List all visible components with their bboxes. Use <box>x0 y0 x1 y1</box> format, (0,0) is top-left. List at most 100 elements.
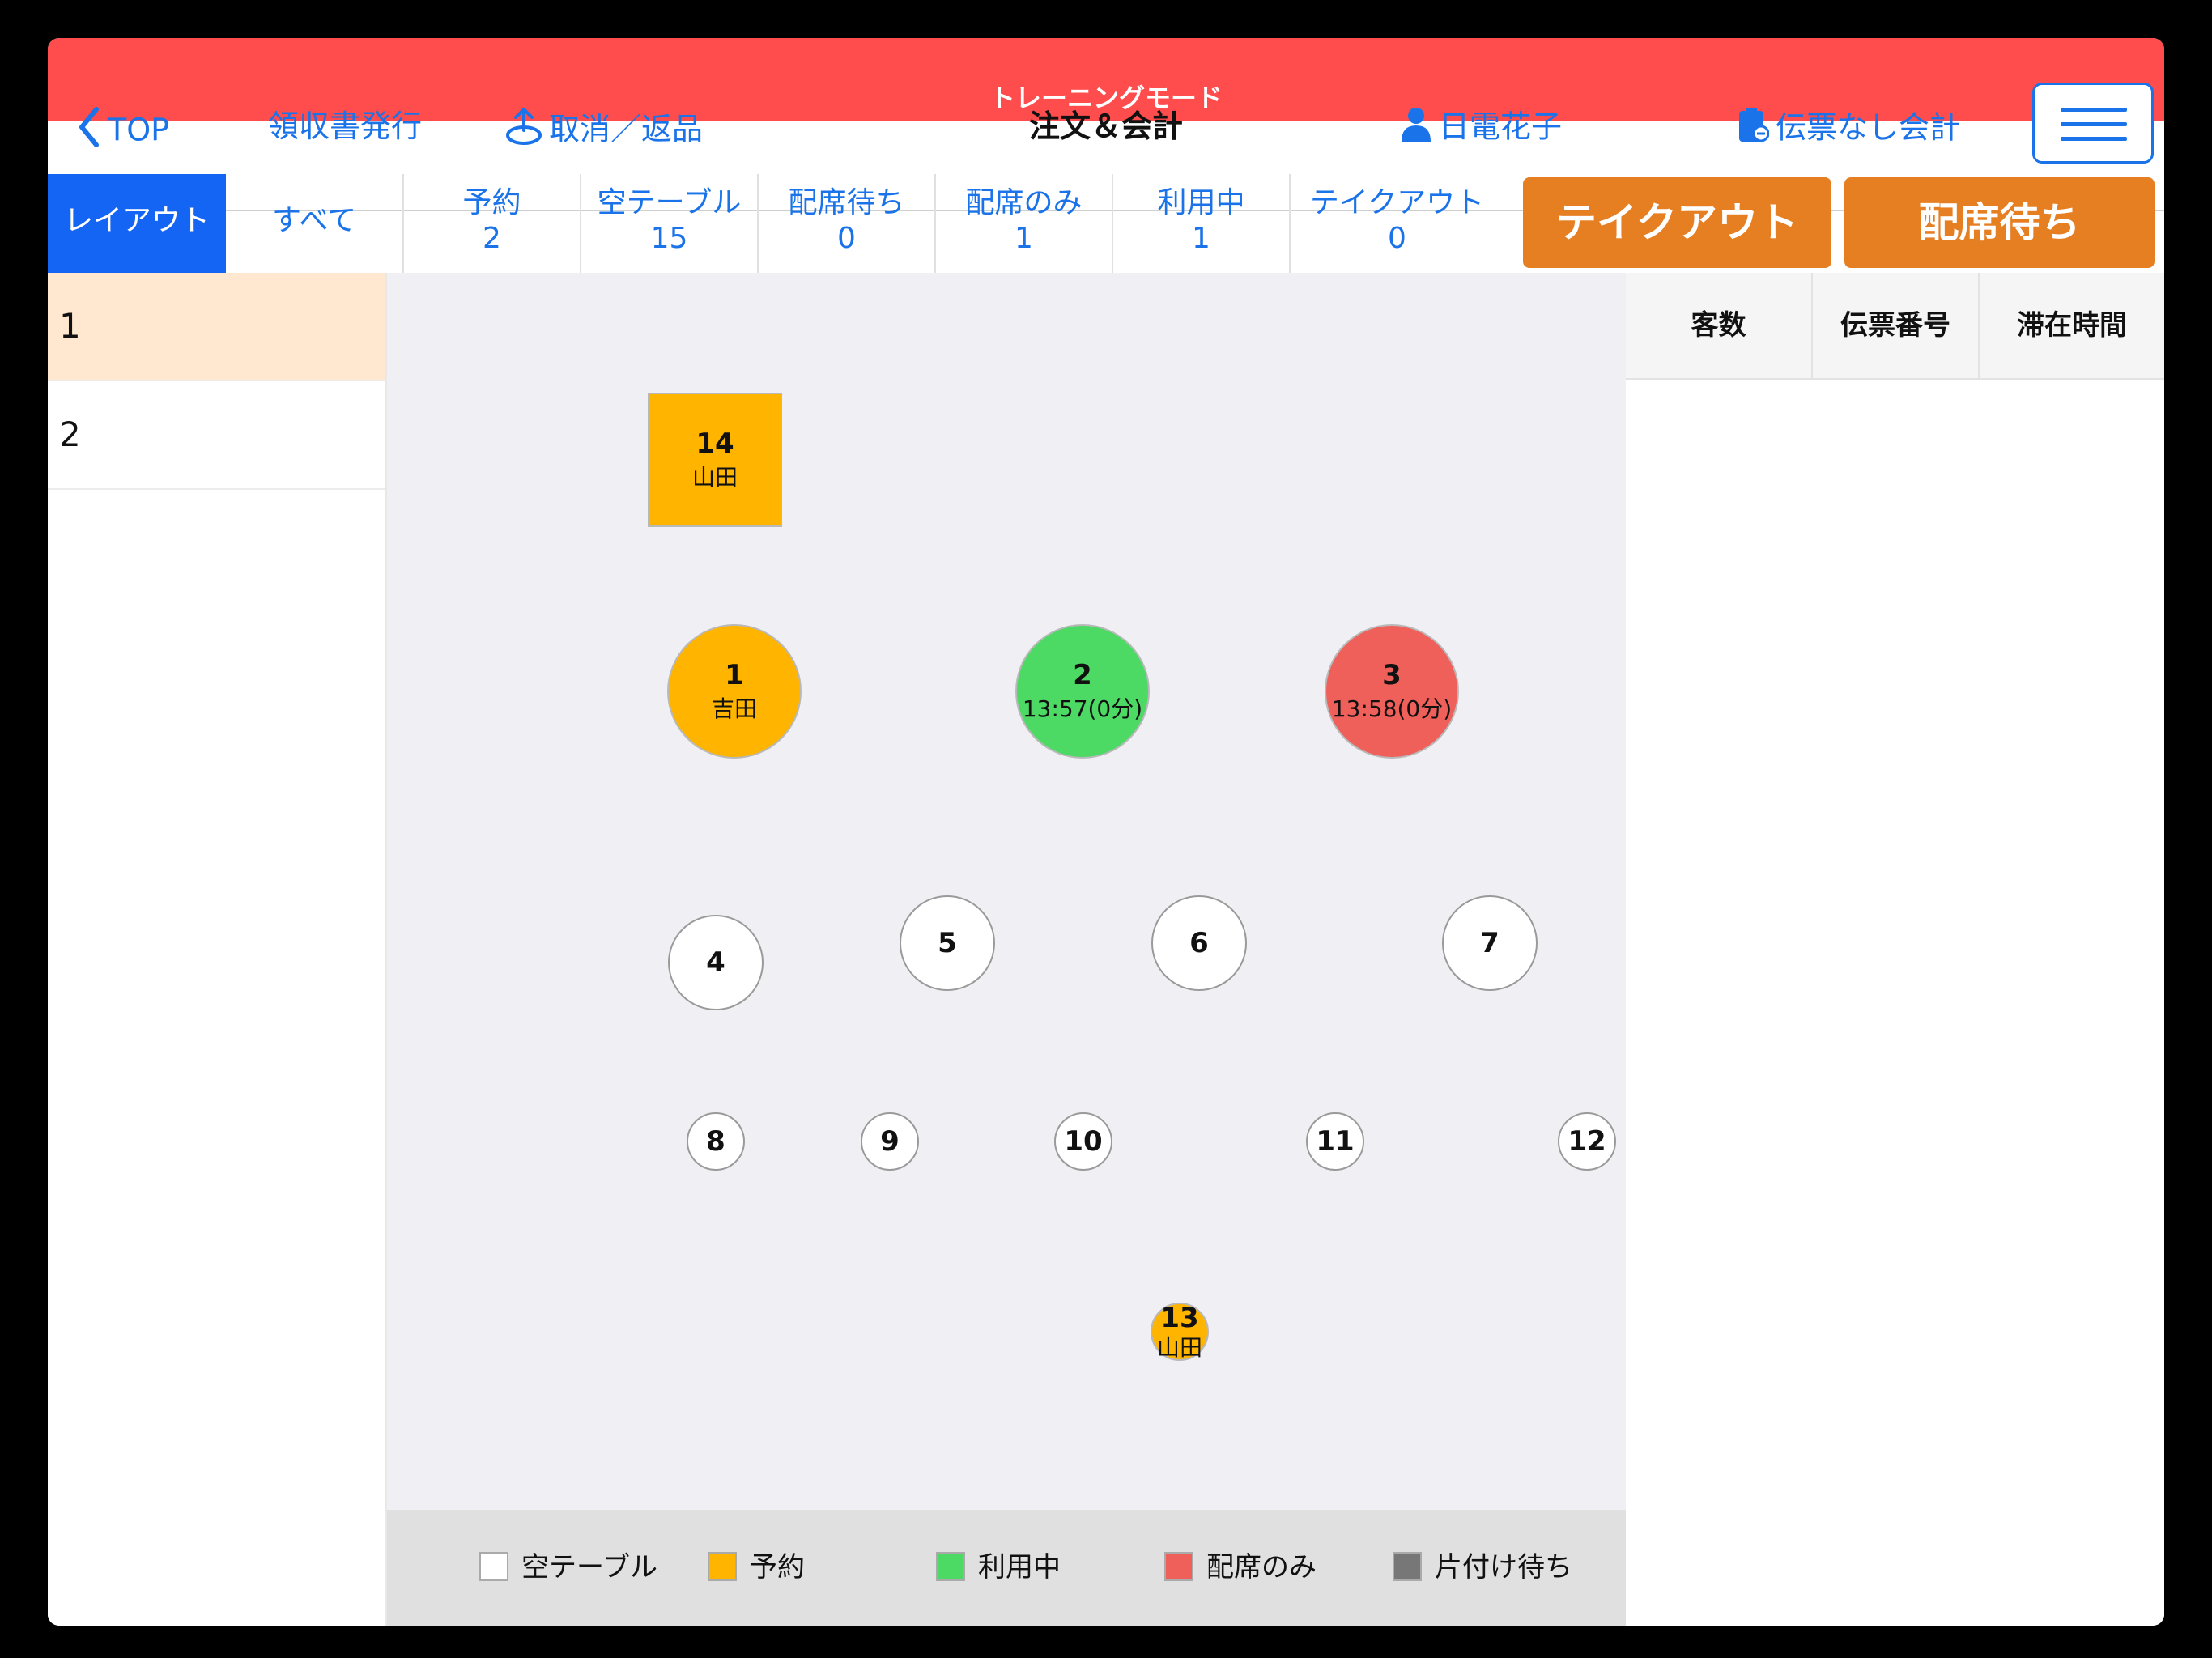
legend-swatch <box>479 1552 508 1581</box>
table-guest-name: 吉田 <box>711 695 757 722</box>
legend-label: 片付け待ち <box>1435 1551 1572 1584</box>
tab-count: 2 <box>483 222 501 255</box>
table-number: 1 <box>725 659 744 691</box>
waiting-list-button[interactable]: 配席待ち <box>1844 177 2155 268</box>
receipt-button[interactable]: 領収書発行 <box>268 106 422 147</box>
table-4[interactable]: 4 <box>668 915 764 1010</box>
table-number: 7 <box>1480 927 1499 959</box>
refund-icon <box>505 106 542 156</box>
tab-count: 0 <box>1388 222 1406 255</box>
table-number: 13 <box>1160 1302 1199 1334</box>
user-icon <box>1400 106 1432 151</box>
table-number: 11 <box>1316 1125 1355 1158</box>
table-9[interactable]: 9 <box>861 1112 919 1171</box>
legend-label: 配席のみ <box>1206 1551 1317 1584</box>
table-number: 2 <box>1073 659 1092 691</box>
table-guest-name: 山田 <box>691 464 738 491</box>
table-1[interactable]: 1 吉田 <box>667 624 802 759</box>
legend-label: 空テーブル <box>521 1551 657 1584</box>
floor-layout: 14 山田 1 吉田 2 13:57(0分) 3 13:58(0分) 4 5 6… <box>387 273 1626 1510</box>
tab-count: 0 <box>837 222 856 255</box>
table-5[interactable]: 5 <box>900 895 995 991</box>
table-number: 9 <box>880 1125 900 1158</box>
tab-seated-only[interactable]: 配席のみ 1 <box>936 174 1113 273</box>
chevron-left-icon <box>77 106 101 158</box>
table-12[interactable]: 12 <box>1558 1112 1616 1171</box>
tab-all-label: すべて <box>271 204 357 237</box>
legend-item-reserved: 予約 <box>708 1550 805 1584</box>
table-13[interactable]: 13 山田 <box>1151 1302 1209 1361</box>
table-7[interactable]: 7 <box>1442 895 1538 991</box>
tab-empty-tables[interactable]: 空テーブル 15 <box>581 174 759 273</box>
tab-layout[interactable]: レイアウト <box>48 174 226 286</box>
legend-label: 利用中 <box>978 1551 1061 1584</box>
no-slip-checkout-button[interactable]: 伝票なし会計 <box>1737 106 1960 153</box>
menu-line-icon <box>2061 122 2127 126</box>
filter-tab-bar: レイアウト すべて 予約 2 空テーブル 15 配席待ち 0 配席のみ 1 利用… <box>48 174 1504 286</box>
no-slip-checkout-label: 伝票なし会計 <box>1776 109 1961 146</box>
tab-all[interactable]: すべて <box>226 174 404 273</box>
menu-line-icon <box>2061 137 2127 141</box>
tab-waiting[interactable]: 配席待ち 0 <box>759 174 936 273</box>
tab-in-use[interactable]: 利用中 1 <box>1113 174 1291 273</box>
legend-swatch <box>936 1552 965 1581</box>
table-number: 10 <box>1064 1125 1103 1158</box>
tab-count: 15 <box>650 222 688 255</box>
table-2[interactable]: 2 13:57(0分) <box>1015 624 1150 759</box>
column-guests[interactable]: 客数 <box>1626 273 1813 378</box>
table-11[interactable]: 11 <box>1306 1112 1364 1171</box>
area-list: 1 2 <box>48 273 387 1626</box>
area-item[interactable]: 2 <box>48 381 385 490</box>
tab-label: 配席待ち <box>788 186 905 219</box>
table-time: 13:58(0分) <box>1331 695 1453 722</box>
back-top-label: TOP <box>108 112 170 148</box>
tab-count: 1 <box>1192 222 1210 255</box>
table-time: 13:57(0分) <box>1022 695 1143 722</box>
user-name: 日電花子 <box>1439 108 1563 145</box>
takeout-button[interactable]: テイクアウト <box>1523 177 1831 268</box>
table-14[interactable]: 14 山田 <box>648 393 782 527</box>
back-top-button[interactable]: TOP <box>77 106 169 158</box>
area-item[interactable]: 1 <box>48 273 385 381</box>
slip-list-panel: 客数 伝票番号 滞在時間 <box>1626 273 2164 1626</box>
table-number: 5 <box>938 927 957 959</box>
legend-item-seated: 配席のみ <box>1164 1550 1317 1584</box>
table-8[interactable]: 8 <box>687 1112 745 1171</box>
menu-line-icon <box>2061 108 2127 112</box>
legend-swatch <box>1164 1552 1193 1581</box>
column-slip-number[interactable]: 伝票番号 <box>1813 273 1980 378</box>
table-10[interactable]: 10 <box>1054 1112 1112 1171</box>
table-guest-name: 山田 <box>1156 1334 1202 1361</box>
table-number: 6 <box>1189 927 1209 959</box>
tab-label: 空テーブル <box>597 186 742 219</box>
tab-takeout[interactable]: テイクアウト 0 <box>1291 174 1504 273</box>
slip-list-header: 客数 伝票番号 滞在時間 <box>1626 273 2164 380</box>
tab-layout-label: レイアウト <box>63 204 210 237</box>
legend-item-empty: 空テーブル <box>479 1550 657 1584</box>
legend-item-cleanup: 片付け待ち <box>1393 1550 1572 1584</box>
hamburger-menu-button[interactable] <box>2032 83 2154 164</box>
legend-swatch <box>1393 1552 1422 1581</box>
legend-swatch <box>708 1552 737 1581</box>
tab-count: 1 <box>1015 222 1033 255</box>
tab-reserved[interactable]: 予約 2 <box>404 174 581 273</box>
clipboard-icon <box>1737 106 1770 153</box>
tab-label: 利用中 <box>1157 186 1245 219</box>
column-stay-time[interactable]: 滞在時間 <box>1980 273 2164 378</box>
legend-item-in-use: 利用中 <box>936 1550 1061 1584</box>
table-number: 4 <box>706 946 725 979</box>
legend-label: 予約 <box>750 1551 805 1584</box>
table-3[interactable]: 3 13:58(0分) <box>1325 624 1459 759</box>
cancel-return-label: 取消／返品 <box>549 111 704 147</box>
table-number: 8 <box>706 1125 725 1158</box>
tab-label: 予約 <box>462 186 521 219</box>
user-button[interactable]: 日電花子 <box>1400 106 1562 151</box>
tab-label: テイクアウト <box>1309 186 1485 219</box>
app-window: トレーニングモード TOP 領収書発行 取消／返品 注文＆会計 日電花子 伝票な… <box>48 38 2164 1626</box>
table-6[interactable]: 6 <box>1151 895 1247 991</box>
status-legend: 空テーブル 予約 利用中 配席のみ 片付け待ち <box>387 1510 1626 1626</box>
tab-label: 配席のみ <box>965 186 1083 219</box>
cancel-return-button[interactable]: 取消／返品 <box>505 106 703 156</box>
table-number: 14 <box>696 427 734 460</box>
table-number: 12 <box>1568 1125 1606 1158</box>
